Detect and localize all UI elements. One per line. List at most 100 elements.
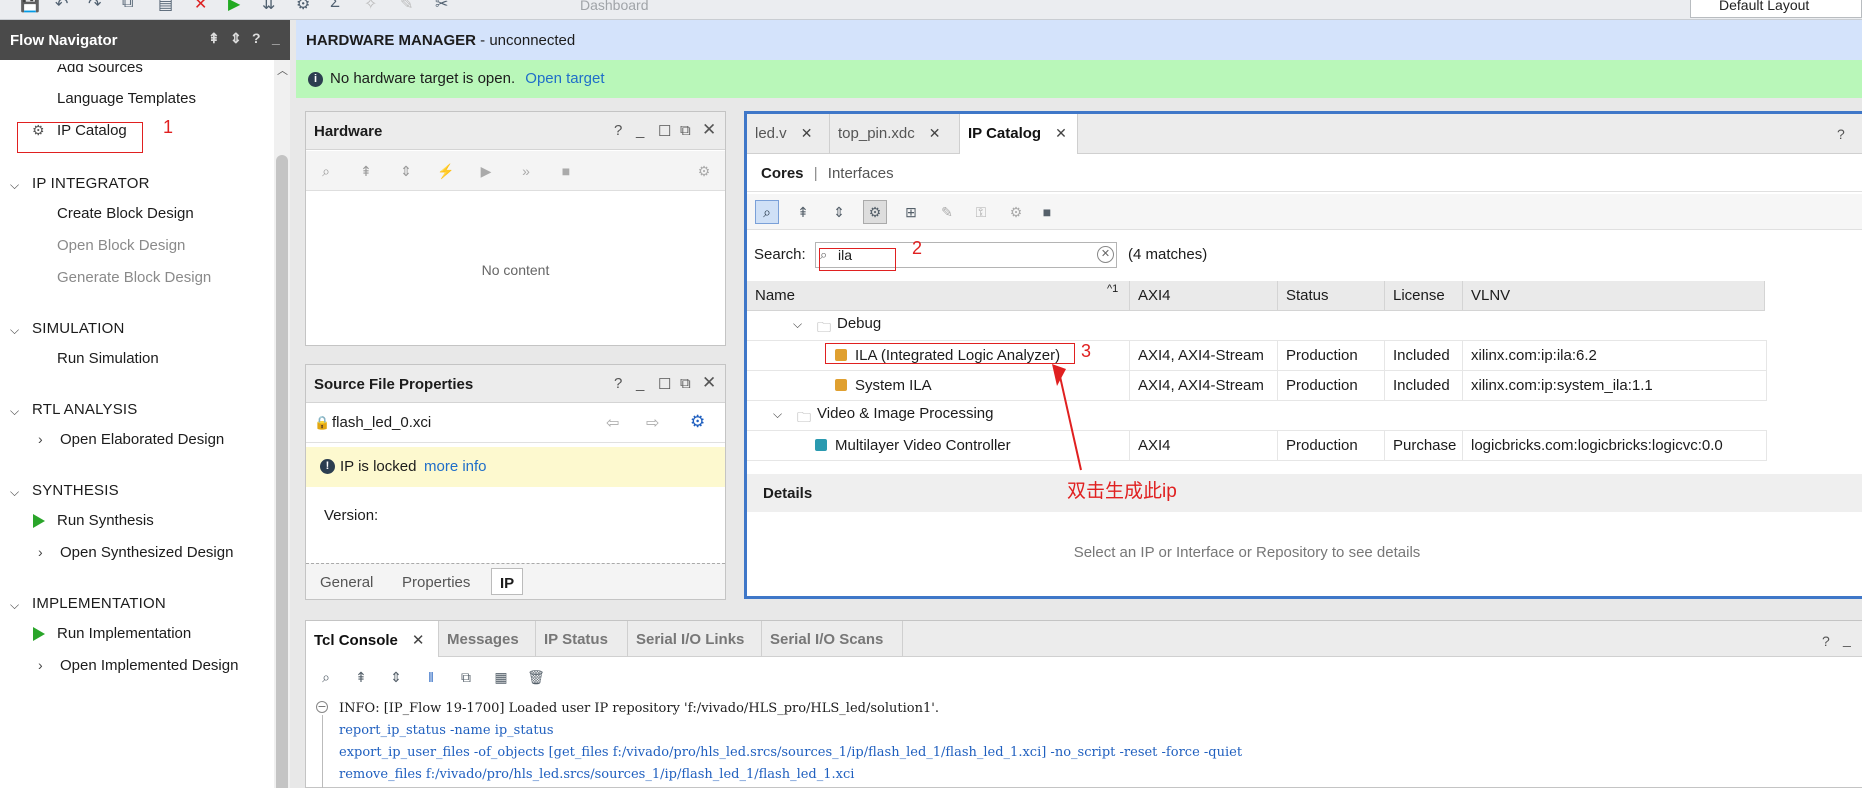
tab-serial-io-links[interactable]: Serial I/O Links xyxy=(628,621,762,657)
tab-ip[interactable]: IP xyxy=(491,568,524,595)
console-toolbar: ⌕ ⇞ ⇕ ‖ ⧉ ▦ 🗑 xyxy=(306,657,1862,697)
close-icon[interactable]: ✕ xyxy=(412,632,425,649)
help-icon[interactable]: ? xyxy=(1822,633,1830,649)
chevron-right-icon[interactable]: › xyxy=(38,544,43,560)
col-vlnv[interactable]: VLNV xyxy=(1463,281,1765,311)
close-icon[interactable]: ✕ xyxy=(702,373,716,393)
flow-navigator-scrollbar[interactable]: ︿ xyxy=(274,60,290,788)
help-icon[interactable]: ? xyxy=(252,30,261,46)
help-icon[interactable]: ? xyxy=(1837,126,1845,142)
minimize-icon[interactable]: _ xyxy=(636,375,644,392)
stop-icon[interactable]: ■ xyxy=(554,159,578,183)
run-icon[interactable]: ▶ xyxy=(228,0,240,14)
close-icon[interactable]: ✕ xyxy=(702,120,716,140)
minimize-icon[interactable]: _ xyxy=(272,30,280,46)
minimize-icon[interactable]: _ xyxy=(636,122,644,139)
float-icon[interactable]: ⧉ xyxy=(680,122,691,139)
dashboard-menu[interactable]: Dashboard xyxy=(580,0,649,13)
play-icon[interactable]: ▶ xyxy=(474,159,498,183)
back-icon[interactable]: ⇦ xyxy=(606,413,619,433)
collapse-all-icon[interactable]: ⇞ xyxy=(208,30,220,47)
fn-create-block-design[interactable]: Create Block Design xyxy=(57,205,194,222)
collapse-all-icon[interactable]: ⇞ xyxy=(354,159,378,183)
help-icon[interactable]: ? xyxy=(614,375,622,392)
fn-open-synthesized-design[interactable]: Open Synthesized Design xyxy=(60,544,233,561)
scroll-up-icon[interactable]: ︿ xyxy=(277,62,288,78)
open-target-link[interactable]: Open target xyxy=(525,70,604,87)
auto-connect-icon[interactable]: ⚡ xyxy=(434,159,458,183)
expand-all-icon[interactable]: ⇕ xyxy=(230,30,242,47)
fn-run-synthesis[interactable]: Run Synthesis xyxy=(57,512,154,529)
fn-generate-block-design[interactable]: Generate Block Design xyxy=(57,269,211,286)
tab-general[interactable]: General xyxy=(320,574,373,591)
search-icon[interactable]: ⌕ xyxy=(314,159,338,183)
scrollbar-thumb[interactable] xyxy=(276,155,288,788)
fn-section-simulation[interactable]: SIMULATION xyxy=(32,320,125,337)
pause-icon[interactable]: ‖ xyxy=(419,665,443,689)
maximize-icon[interactable]: ☐ xyxy=(658,122,671,140)
chevron-right-icon[interactable]: › xyxy=(38,657,43,673)
settings-icon[interactable]: ⚙ xyxy=(296,0,310,14)
gear-icon[interactable]: ⚙ xyxy=(690,412,705,432)
redo-icon[interactable]: ↷ xyxy=(88,0,101,14)
chevron-right-icon[interactable]: › xyxy=(38,431,43,447)
fn-run-simulation[interactable]: Run Simulation xyxy=(57,350,159,367)
chevron-down-icon[interactable]: ⌵ xyxy=(10,178,19,193)
tab-serial-io-scans[interactable]: Serial I/O Scans xyxy=(762,621,903,657)
details-empty-text: Select an IP or Interface or Repository … xyxy=(1073,544,1421,561)
fn-section-implementation[interactable]: IMPLEMENTATION xyxy=(32,595,166,612)
float-icon[interactable]: ⧉ xyxy=(680,375,691,392)
more-info-link[interactable]: more info xyxy=(424,458,487,475)
fn-language-templates[interactable]: Language Templates xyxy=(57,90,196,107)
paste-icon[interactable]: ▤ xyxy=(158,0,173,14)
col-status[interactable]: Status xyxy=(1278,281,1385,311)
source-file-name: flash_led_0.xci xyxy=(332,414,432,431)
copy-icon[interactable]: ⧉ xyxy=(122,0,133,12)
copy-icon[interactable]: ⧉ xyxy=(454,665,478,689)
tab-ip-status[interactable]: IP Status xyxy=(536,621,628,657)
tab-messages[interactable]: Messages xyxy=(439,621,536,657)
fast-forward-icon[interactable]: » xyxy=(514,159,538,183)
fn-open-elaborated-design[interactable]: Open Elaborated Design xyxy=(60,431,224,448)
info-icon: i xyxy=(308,72,323,87)
delete-icon[interactable]: ✕ xyxy=(194,0,207,14)
search-icon[interactable]: ⌕ xyxy=(314,665,338,689)
table-view-icon[interactable]: ▦ xyxy=(489,665,513,689)
fn-section-synthesis[interactable]: SYNTHESIS xyxy=(32,482,119,499)
collapse-all-icon[interactable]: ⇞ xyxy=(349,665,373,689)
fn-open-block-design[interactable]: Open Block Design xyxy=(57,237,185,254)
chevron-down-icon[interactable]: ⌵ xyxy=(10,323,19,338)
ip-catalog-window: led.v ✕ top_pin.xdc ✕ IP Catalog ✕ ? Cores … xyxy=(744,111,1862,599)
undo-icon[interactable]: ↶ xyxy=(55,0,68,14)
gear-icon[interactable]: ⚙ xyxy=(692,159,716,183)
minimize-icon[interactable]: _ xyxy=(1843,631,1851,647)
fn-run-implementation[interactable]: Run Implementation xyxy=(57,625,191,642)
tab-tcl-console[interactable]: Tcl Console ✕ xyxy=(306,621,439,657)
help-icon[interactable]: ? xyxy=(614,122,622,139)
source-file-properties-panel: Source File Properties ? _ ☐ ⧉ ✕ 🔒 flash… xyxy=(305,364,726,600)
sigma-icon[interactable]: Σ xyxy=(330,0,340,12)
layout-select[interactable]: Default Layout xyxy=(1690,0,1862,18)
fn-open-implemented-design[interactable]: Open Implemented Design xyxy=(60,657,238,674)
maximize-icon[interactable]: ☐ xyxy=(658,375,671,393)
collapse-toggle-icon[interactable]: − xyxy=(316,701,328,713)
chevron-down-icon[interactable]: ⌵ xyxy=(10,598,19,613)
col-license[interactable]: License xyxy=(1385,281,1463,311)
tool-icon[interactable]: ✎ xyxy=(400,0,413,14)
fn-add-sources[interactable]: Add Sources xyxy=(57,64,143,78)
tab-properties[interactable]: Properties xyxy=(402,574,470,591)
chevron-down-icon[interactable]: ⌵ xyxy=(10,485,19,500)
program-icon[interactable]: ⇊ xyxy=(262,0,275,14)
wrench-icon[interactable]: ✂ xyxy=(435,0,448,14)
fn-section-ip-integrator[interactable]: IP INTEGRATOR xyxy=(32,175,150,192)
expand-all-icon[interactable]: ⇕ xyxy=(394,159,418,183)
trash-icon[interactable]: 🗑 xyxy=(524,665,548,689)
wand-icon[interactable]: ✧ xyxy=(364,0,377,14)
fn-section-rtl-analysis[interactable]: RTL ANALYSIS xyxy=(32,401,138,418)
annotation-note: 双击生成此ip xyxy=(1067,481,1177,502)
forward-icon[interactable]: ⇨ xyxy=(646,413,659,433)
chevron-down-icon[interactable]: ⌵ xyxy=(10,404,19,419)
expand-all-icon[interactable]: ⇕ xyxy=(384,665,408,689)
save-icon[interactable]: 💾 xyxy=(20,0,40,14)
col-axi4[interactable]: AXI4 xyxy=(1130,281,1278,311)
